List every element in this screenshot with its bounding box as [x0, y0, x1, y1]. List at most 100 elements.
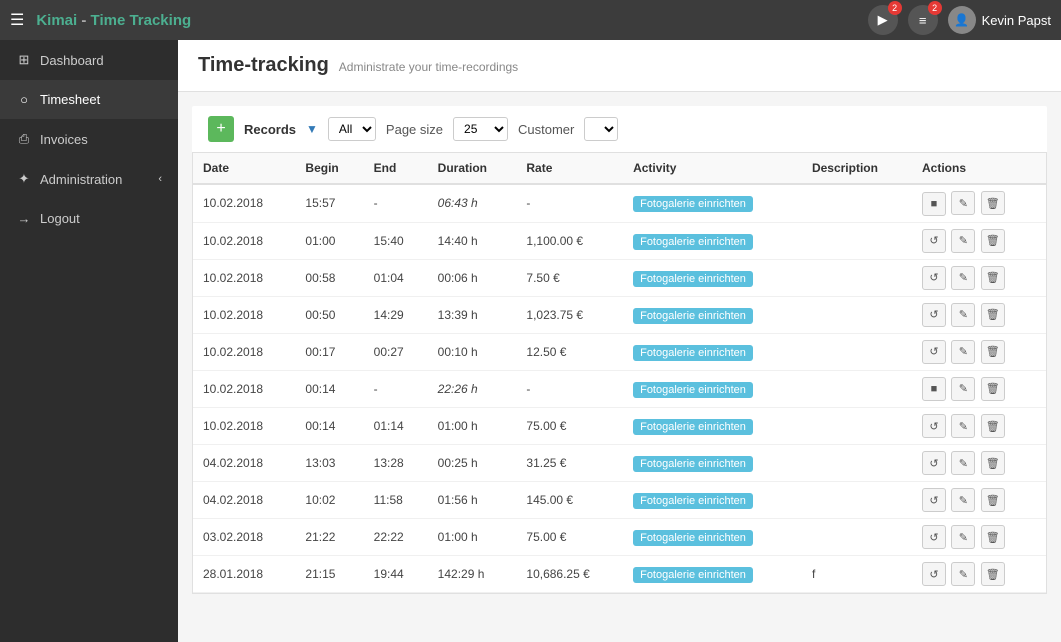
cell-activity: Fotogalerie einrichten [623, 222, 802, 259]
user-info: 👤 Kevin Papst [948, 6, 1051, 34]
cell-activity: Fotogalerie einrichten [623, 296, 802, 333]
edit-button[interactable]: ✎ [951, 303, 975, 327]
delete-button[interactable]: 🗑 [981, 266, 1005, 290]
cell-activity: Fotogalerie einrichten [623, 445, 802, 482]
stop-button[interactable]: ■ [922, 377, 946, 401]
edit-button[interactable]: ✎ [951, 266, 975, 290]
cell-activity: Fotogalerie einrichten [623, 408, 802, 445]
sidebar-item-timesheet-label: Timesheet [40, 92, 100, 107]
edit-button[interactable]: ✎ [951, 414, 975, 438]
restart-button[interactable]: ↺ [922, 488, 946, 512]
cell-begin: 10:02 [295, 482, 363, 519]
activity-badge: Fotogalerie einrichten [633, 308, 753, 324]
restart-button[interactable]: ↺ [922, 414, 946, 438]
page-size-select[interactable]: 25 50 100 [453, 117, 508, 141]
cell-end: 01:14 [364, 408, 428, 445]
page-subtitle: Administrate your time-recordings [339, 60, 518, 74]
restart-button[interactable]: ↺ [922, 340, 946, 364]
sidebar-item-invoices[interactable]: ⎙ Invoices [0, 119, 178, 159]
sidebar-item-dashboard[interactable]: ⊞ Dashboard [0, 40, 178, 80]
table-row: 10.02.2018 00:14 01:14 01:00 h 75.00 € F… [193, 408, 1046, 445]
records-select[interactable]: All [328, 117, 376, 141]
delete-button[interactable]: 🗑 [981, 488, 1005, 512]
delete-button[interactable]: 🗑 [981, 562, 1005, 586]
cell-begin: 00:50 [295, 296, 363, 333]
cell-date: 10.02.2018 [193, 184, 295, 222]
logout-icon: → [16, 211, 32, 226]
activity-badge: Fotogalerie einrichten [633, 271, 753, 287]
cell-rate: 10,686.25 € [516, 556, 623, 593]
delete-button[interactable]: 🗑 [981, 451, 1005, 475]
sidebar: ⊞ Dashboard ○ Timesheet ⎙ Invoices ✦ Adm… [0, 40, 178, 642]
restart-button[interactable]: ↺ [922, 451, 946, 475]
delete-button[interactable]: 🗑 [981, 303, 1005, 327]
sidebar-item-administration[interactable]: ✦ Administration ‹ [0, 159, 178, 199]
col-description: Description [802, 153, 912, 184]
table-row: 10.02.2018 00:58 01:04 00:06 h 7.50 € Fo… [193, 259, 1046, 296]
stop-button[interactable]: ■ [922, 192, 946, 216]
cell-actions: ↺ ✎ 🗑 [912, 482, 1046, 519]
delete-button[interactable]: 🗑 [981, 191, 1005, 215]
cell-actions: ↺ ✎ 🗑 [912, 333, 1046, 370]
cell-actions: ↺ ✎ 🗑 [912, 556, 1046, 593]
chat-button[interactable]: ≡ 2 [908, 5, 938, 35]
cell-duration: 01:56 h [428, 482, 517, 519]
edit-button[interactable]: ✎ [951, 377, 975, 401]
table-row: 10.02.2018 15:57 - 06:43 h - Fotogalerie… [193, 184, 1046, 222]
cell-rate: - [516, 370, 623, 408]
cell-actions: ■ ✎ 🗑 [912, 184, 1046, 222]
activity-badge: Fotogalerie einrichten [633, 382, 753, 398]
delete-button[interactable]: 🗑 [981, 340, 1005, 364]
activity-badge: Fotogalerie einrichten [633, 196, 753, 212]
cell-actions: ↺ ✎ 🗑 [912, 408, 1046, 445]
sidebar-item-timesheet[interactable]: ○ Timesheet [0, 80, 178, 119]
invoices-icon: ⎙ [16, 131, 32, 147]
table-header-row: Date Begin End Duration Rate Activity De… [193, 153, 1046, 184]
records-filter-icon[interactable]: ▼ [306, 122, 318, 136]
user-name: Kevin Papst [982, 13, 1051, 28]
cell-activity: Fotogalerie einrichten [623, 556, 802, 593]
cell-description: f [802, 556, 912, 593]
table-row: 10.02.2018 01:00 15:40 14:40 h 1,100.00 … [193, 222, 1046, 259]
cell-duration: 142:29 h [428, 556, 517, 593]
delete-button[interactable]: 🗑 [981, 229, 1005, 253]
restart-button[interactable]: ↺ [922, 229, 946, 253]
edit-button[interactable]: ✎ [951, 488, 975, 512]
sidebar-item-logout[interactable]: → Logout [0, 199, 178, 238]
cell-actions: ↺ ✎ 🗑 [912, 296, 1046, 333]
page-title: Time-tracking [198, 54, 329, 77]
restart-button[interactable]: ↺ [922, 303, 946, 327]
edit-button[interactable]: ✎ [951, 525, 975, 549]
activity-badge: Fotogalerie einrichten [633, 419, 753, 435]
cell-end: 01:04 [364, 259, 428, 296]
cell-description [802, 408, 912, 445]
menu-toggle-icon[interactable]: ☰ [10, 10, 24, 30]
cell-description [802, 259, 912, 296]
play-button[interactable]: ▶ 2 [868, 5, 898, 35]
cell-date: 04.02.2018 [193, 445, 295, 482]
activity-badge: Fotogalerie einrichten [633, 567, 753, 583]
delete-button[interactable]: 🗑 [981, 414, 1005, 438]
cell-date: 28.01.2018 [193, 556, 295, 593]
edit-button[interactable]: ✎ [951, 191, 975, 215]
restart-button[interactable]: ↺ [922, 525, 946, 549]
edit-button[interactable]: ✎ [951, 562, 975, 586]
cell-actions: ↺ ✎ 🗑 [912, 519, 1046, 556]
restart-button[interactable]: ↺ [922, 266, 946, 290]
cell-duration: 00:10 h [428, 333, 517, 370]
edit-button[interactable]: ✎ [951, 340, 975, 364]
cell-begin: 00:14 [295, 408, 363, 445]
edit-button[interactable]: ✎ [951, 229, 975, 253]
delete-button[interactable]: 🗑 [981, 377, 1005, 401]
edit-button[interactable]: ✎ [951, 451, 975, 475]
add-button[interactable]: + [208, 116, 234, 142]
col-rate: Rate [516, 153, 623, 184]
delete-button[interactable]: 🗑 [981, 525, 1005, 549]
activity-badge: Fotogalerie einrichten [633, 456, 753, 472]
activity-badge: Fotogalerie einrichten [633, 234, 753, 250]
cell-date: 10.02.2018 [193, 296, 295, 333]
cell-activity: Fotogalerie einrichten [623, 333, 802, 370]
avatar: 👤 [948, 6, 976, 34]
restart-button[interactable]: ↺ [922, 562, 946, 586]
customer-select[interactable] [584, 117, 618, 141]
